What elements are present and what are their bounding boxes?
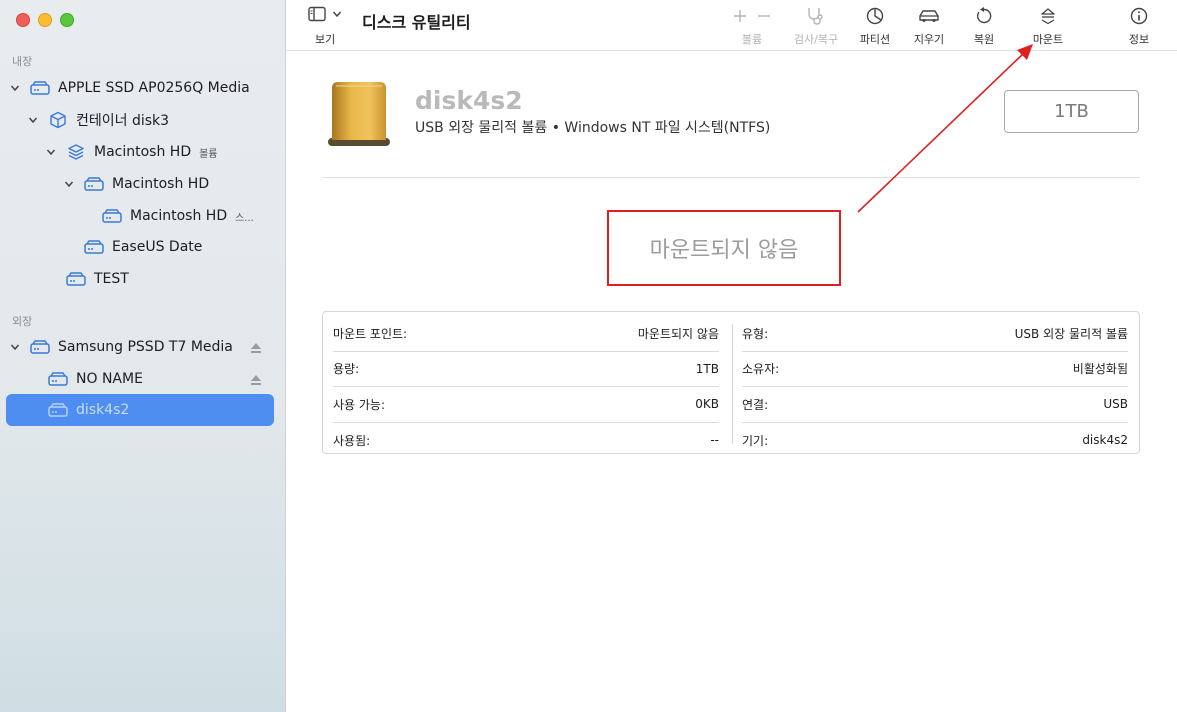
info-row-type: 유형: USB 외장 물리적 볼륨 <box>742 316 1128 352</box>
info-row-owners: 소유자: 비활성화됨 <box>742 352 1128 387</box>
mount-button[interactable]: 마운트 <box>1013 5 1083 47</box>
view-menu-label: 보기 <box>315 33 336 46</box>
sidebar-item-apple-ssd[interactable]: APPLE SSD AP0256Q Media <box>8 73 250 103</box>
pie-partition-icon <box>866 7 884 25</box>
eject-icon[interactable] <box>249 340 263 354</box>
view-menu-button[interactable] <box>308 6 342 22</box>
volume-icon <box>84 237 104 257</box>
disk-description: USB 외장 물리적 볼륨 • Windows NT 파일 시스템(NTFS) <box>415 120 771 136</box>
sidebar-item-label: NO NAME <box>76 371 143 387</box>
sidebar: 내장 APPLE SSD AP0256Q Media 컨테이너 disk3 Ma… <box>0 0 286 712</box>
sidebar-item-label: TEST <box>94 271 129 287</box>
disk-name: disk4s2 <box>415 86 523 115</box>
sidebar-item-container-disk3[interactable]: 컨테이너 disk3 <box>26 105 169 135</box>
sidebar-item-label: Samsung PSSD T7 Media <box>58 339 233 355</box>
volume-icon <box>48 400 68 420</box>
chevron-down-icon[interactable] <box>62 179 76 189</box>
zoom-window-button[interactable] <box>60 13 74 27</box>
sidebar-item-disk4s2[interactable]: disk4s2 <box>48 395 129 425</box>
info-row-capacity: 용량: 1TB <box>333 352 719 387</box>
volume-icon <box>48 369 68 389</box>
info-row-mount-point: 마운트 포인트: 마운트되지 않음 <box>333 316 719 352</box>
stethoscope-icon <box>808 8 823 25</box>
minimize-window-button[interactable] <box>38 13 52 27</box>
sidebar-item-sublabel: 볼륨 <box>199 148 218 160</box>
sidebar-item-label: disk4s2 <box>76 402 130 418</box>
info-row-available: 사용 가능: 0KB <box>333 387 719 423</box>
sidebar-toggle-icon <box>308 6 326 22</box>
sidebar-item-label: APPLE SSD AP0256Q Media <box>58 80 250 96</box>
column-separator <box>732 324 733 444</box>
container-cube-icon <box>48 110 68 130</box>
section-label-external: 외장 <box>12 315 33 328</box>
chevron-down-icon <box>332 11 342 18</box>
sidebar-item-samsung-pssd[interactable]: Samsung PSSD T7 Media <box>8 332 233 362</box>
info-row-used: 사용됨: -- <box>333 433 719 448</box>
eraser-car-icon <box>919 10 939 22</box>
volume-button[interactable]: 볼륨 <box>717 5 787 47</box>
sidebar-item-label: 컨테이너 disk3 <box>76 113 170 129</box>
external-disk-icon <box>326 80 392 152</box>
mount-status-highlight: 마운트되지 않음 <box>607 210 841 286</box>
sidebar-item-macintosh-hd-group[interactable]: Macintosh HD 볼륨 <box>44 137 218 167</box>
content-divider <box>322 177 1140 178</box>
chevron-down-icon[interactable] <box>8 342 22 352</box>
chevron-down-icon[interactable] <box>44 147 58 157</box>
eject-icon[interactable] <box>249 372 263 386</box>
volume-icon <box>102 206 122 226</box>
volume-icon <box>84 174 104 194</box>
toolbar: 보기 디스크 유틸리티 볼륨 검사/복구 파티션 지우기 복원 마운트 정보 <box>286 0 1177 51</box>
plus-icon <box>734 10 746 22</box>
sidebar-item-label: Macintosh HD <box>130 208 228 224</box>
sidebar-item-sublabel: 스... <box>235 212 254 224</box>
section-label-internal: 내장 <box>12 55 33 68</box>
mount-icon <box>1041 8 1055 25</box>
sidebar-item-no-name[interactable]: NO NAME <box>48 364 143 394</box>
minus-icon <box>758 15 770 17</box>
chevron-down-icon[interactable] <box>26 115 40 125</box>
info-button[interactable]: 정보 <box>1104 5 1174 47</box>
info-row-connection: 연결: USB <box>742 387 1128 423</box>
sidebar-item-macintosh-hd-snapshot[interactable]: Macintosh HD 스... <box>102 201 254 231</box>
sidebar-selection-highlight <box>6 394 274 426</box>
sidebar-item-macintosh-hd[interactable]: Macintosh HD <box>62 169 209 199</box>
layers-icon <box>66 142 86 162</box>
sidebar-item-label: EaseUS Date <box>112 239 203 255</box>
drive-icon <box>30 78 50 98</box>
sidebar-item-test[interactable]: TEST <box>66 264 129 294</box>
disk-info-table: 마운트 포인트: 마운트되지 않음 용량: 1TB 사용 가능: 0KB 사용됨… <box>322 311 1140 454</box>
info-icon <box>1130 7 1148 25</box>
chevron-down-icon[interactable] <box>8 83 22 93</box>
external-drive-icon <box>30 337 50 357</box>
info-column-left: 마운트 포인트: 마운트되지 않음 용량: 1TB 사용 가능: 0KB 사용됨… <box>333 316 719 458</box>
sidebar-item-label: Macintosh HD <box>94 144 192 160</box>
sidebar-item-label: Macintosh HD <box>112 176 210 192</box>
mount-status-text: 마운트되지 않음 <box>649 238 799 263</box>
restore-button[interactable]: 복원 <box>949 5 1019 47</box>
window-controls <box>16 13 74 27</box>
volume-icon <box>66 269 86 289</box>
close-window-button[interactable] <box>16 13 30 27</box>
info-column-right: 유형: USB 외장 물리적 볼륨 소유자: 비활성화됨 연결: USB 기기:… <box>742 316 1128 458</box>
app-title: 디스크 유틸리티 <box>362 13 471 32</box>
info-row-device: 기기: disk4s2 <box>742 433 1128 448</box>
sidebar-item-easeus-date[interactable]: EaseUS Date <box>84 232 202 262</box>
restore-arrow-icon <box>976 7 992 24</box>
disk-size-badge: 1TB <box>1004 90 1139 133</box>
